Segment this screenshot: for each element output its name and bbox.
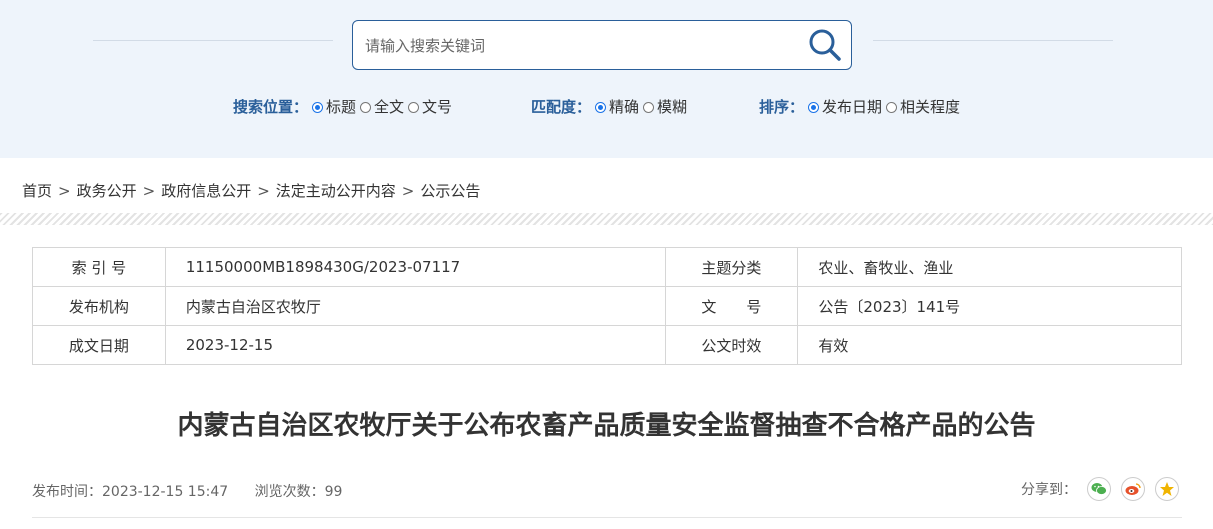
radio-relevance[interactable] [886,102,898,113]
radio-publish-date-label: 发布日期 [822,98,883,116]
views-label: 浏览次数： [254,484,325,500]
sort-options: 排序： 发布日期 相关程度 [759,96,960,117]
table-row: 成文日期 2023-12-15 公文时效 有效 [32,325,1182,365]
search-input[interactable] [363,33,797,59]
validity-label: 公文时效 [664,325,799,365]
document-metadata-table: 索 引 号 11150000MB1898430G/2023-07117 主题分类… [32,247,1182,365]
radio-fuzzy[interactable] [643,102,655,113]
share-label: 分享到： [1021,482,1077,498]
radio-docnum-label: 文号 [422,98,453,116]
wechat-icon [1091,483,1107,495]
index-label: 索 引 号 [32,247,166,287]
org-value: 内蒙古自治区农牧厅 [164,286,666,326]
radio-title-label: 标题 [326,98,357,116]
table-row: 索 引 号 11150000MB1898430G/2023-07117 主题分类… [32,247,1182,287]
sort-label: 排序： [759,98,805,116]
radio-relevance-label: 相关程度 [900,98,961,116]
breadcrumb-separator: > [257,182,270,200]
share-wechat-button[interactable] [1087,477,1111,501]
validity-value: 有效 [797,325,1182,365]
search-header: 搜索位置： 标题全文文号 匹配度： 精确模糊 排序： 发布日期相关程度 [0,0,1213,158]
publish-time: 2023-12-15 15:47 [102,484,229,500]
stripe-divider [0,213,1213,225]
views-count: 99 [324,484,343,500]
doc-number-label: 文 号 [664,286,799,326]
org-label: 发布机构 [32,286,166,326]
breadcrumb-separator: > [58,182,71,200]
match-label: 匹配度： [531,98,592,116]
share-bar: 分享到： [1021,477,1179,501]
match-options: 匹配度： 精确 模糊 [531,96,687,117]
divider-right [873,40,1113,41]
article-info: 发布时间：2023-12-15 15:47 浏览次数：99 [32,481,342,501]
divider-left [93,40,333,41]
radio-docnum[interactable] [408,102,420,113]
radio-title[interactable] [312,102,324,113]
date-value: 2023-12-15 [164,325,666,365]
search-position-options: 搜索位置： 标题 全文 文号 [233,96,452,117]
article-title: 内蒙古自治区农牧厅关于公布农畜产品质量安全监督抽查不合格产品的公告 [177,411,1036,441]
weibo-icon [1125,483,1141,495]
qzone-icon [1160,482,1174,496]
publish-time-label: 发布时间： [32,484,102,500]
radio-fulltext-label: 全文 [374,98,405,116]
radio-exact[interactable] [595,102,607,113]
breadcrumb-gov-info[interactable]: 政府信息公开 [161,182,251,200]
radio-exact-label: 精确 [609,98,640,116]
breadcrumb-separator: > [401,182,415,200]
share-weibo-button[interactable] [1121,477,1145,501]
table-row: 发布机构 内蒙古自治区农牧厅 文 号 公告〔2023〕141号 [32,286,1182,326]
breadcrumb-home[interactable]: 首页 [22,182,52,200]
breadcrumb-statutory[interactable]: 法定主动公开内容 [276,182,396,200]
breadcrumb: 首页 > 政务公开 > 政府信息公开 > 法定主动公开内容 > 公示公告 [22,180,480,201]
topic-label: 主题分类 [664,247,799,287]
divider [32,517,1182,518]
index-value: 11150000MB1898430G/2023-07117 [164,247,666,287]
search-icon [809,29,841,61]
topic-value: 农业、畜牧业、渔业 [797,247,1182,287]
breadcrumb-separator: > [142,182,156,200]
date-label: 成文日期 [32,325,166,365]
search-position-label: 搜索位置： [233,98,309,116]
search-button[interactable] [807,27,843,63]
breadcrumb-notices[interactable]: 公示公告 [420,182,480,200]
share-qzone-button[interactable] [1155,477,1179,501]
radio-publish-date[interactable] [808,102,820,113]
search-box [352,20,852,70]
breadcrumb-gov-affairs[interactable]: 政务公开 [77,182,137,200]
doc-number-value: 公告〔2023〕141号 [797,286,1182,326]
radio-fuzzy-label: 模糊 [657,98,688,116]
radio-fulltext[interactable] [360,102,372,113]
